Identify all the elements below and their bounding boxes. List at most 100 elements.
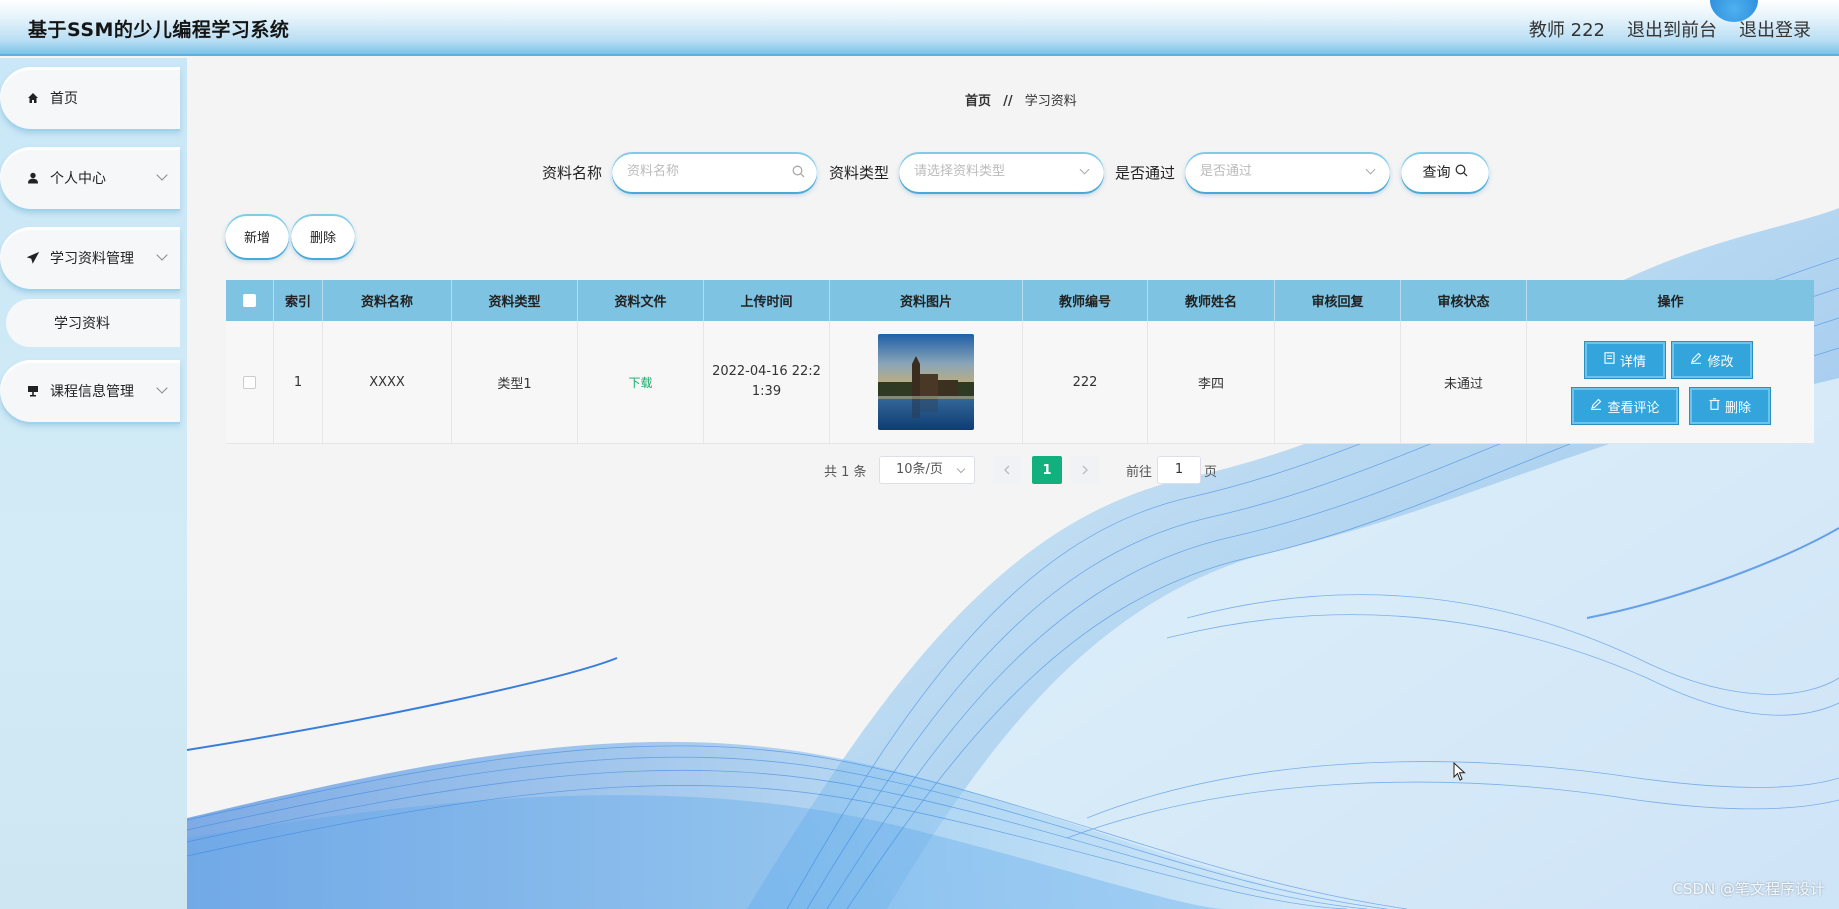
material-type-label: 资料类型: [829, 164, 890, 182]
approval-select[interactable]: 是否通过: [1185, 152, 1390, 192]
watermark: CSDN @笔文程序设计: [1672, 880, 1825, 898]
cell-operations: 详情 修改 查看评论 删除: [1527, 321, 1814, 443]
goto-unit: 页: [1204, 465, 1218, 480]
column-header: 资料名称: [323, 280, 452, 321]
logout-link[interactable]: 退出登录: [1739, 16, 1811, 42]
view-comments-button[interactable]: 查看评论: [1572, 388, 1678, 424]
operation-buttons: 详情 修改 查看评论 删除: [1527, 321, 1814, 443]
cell-teacher-name: 李四: [1148, 321, 1275, 443]
chevron-right-icon: [1082, 465, 1088, 475]
goto-label: 前往: [1126, 465, 1153, 480]
material-name-placeholder: 资料名称: [627, 164, 680, 179]
prev-page-button[interactable]: [993, 456, 1021, 484]
document-icon: [1604, 352, 1615, 368]
search-bar: 资料名称 资料名称 资料类型 请选择资料类型 是否通过 是否通过 查询: [187, 152, 1839, 192]
approval-label: 是否通过: [1115, 164, 1176, 182]
approval-placeholder: 是否通过: [1200, 164, 1253, 179]
row-checkbox[interactable]: [243, 375, 256, 389]
column-header: 审核状态: [1401, 280, 1527, 321]
cell-teacher-no: 222: [1023, 321, 1148, 443]
page-size-select[interactable]: 10条/页: [879, 456, 975, 484]
user-icon: [26, 171, 40, 185]
sidebar-item-label: 课程信息管理: [50, 384, 134, 400]
column-header: 资料图片: [830, 280, 1023, 321]
trash-icon: [1709, 398, 1720, 414]
pagination: 共 1 条 10条/页 1 前往 1 页: [187, 456, 1839, 484]
chevron-down-icon: [156, 169, 168, 181]
breadcrumb-separator: //: [1003, 94, 1013, 109]
page-number-current[interactable]: 1: [1032, 456, 1062, 484]
chevron-left-icon: [1004, 465, 1010, 475]
detail-button-label: 详情: [1619, 354, 1646, 370]
table-row: 1 XXXX 类型1 下载 2022-04-16 22:21:39 222 李四…: [226, 321, 1814, 444]
header-actions: 教师 222 退出到前台 退出登录: [1529, 16, 1811, 42]
sidebar-item-course-management[interactable]: 课程信息管理: [0, 360, 180, 422]
current-user-label: 教师 222: [1528, 20, 1605, 41]
breadcrumb: 首页 // 学习资料: [965, 90, 1077, 109]
download-link[interactable]: 下载: [628, 374, 652, 391]
cell-index: 1: [274, 321, 323, 443]
page-size-value: 10条/页: [896, 462, 943, 477]
cell-material-name: XXXX: [323, 321, 452, 443]
query-button[interactable]: 查询: [1401, 152, 1489, 192]
detail-button[interactable]: 详情: [1585, 342, 1665, 378]
goto-page-input[interactable]: 1: [1157, 456, 1201, 484]
home-icon: [26, 91, 40, 105]
cell-upload-time: 2022-04-16 22:21:39: [704, 321, 830, 443]
material-type-placeholder: 请选择资料类型: [914, 164, 1006, 179]
delete-row-button[interactable]: 删除: [1690, 388, 1770, 424]
select-all-checkbox[interactable]: [243, 294, 256, 307]
chevron-down-icon: [956, 464, 966, 474]
next-page-button[interactable]: [1071, 456, 1099, 484]
column-header: 资料类型: [452, 280, 578, 321]
breadcrumb-current: 学习资料: [1024, 94, 1077, 109]
chevron-down-icon: [1079, 164, 1090, 175]
table-header-row: 索引 资料名称 资料类型 资料文件 上传时间 资料图片 教师编号 教师姓名 审核…: [226, 280, 1814, 321]
column-header: 教师姓名: [1148, 280, 1275, 321]
chevron-down-icon: [1365, 164, 1376, 175]
cell-material-file: 下载: [578, 321, 704, 443]
edit-button[interactable]: 修改: [1672, 342, 1752, 378]
chevron-down-icon: [156, 382, 168, 394]
edit-icon: [1690, 352, 1702, 368]
query-button-label: 查询: [1422, 165, 1451, 181]
main-content: 首页 // 学习资料 资料名称 资料名称 资料类型 请选择资料类型 是否通过 是…: [187, 58, 1839, 909]
materials-table: 索引 资料名称 资料类型 资料文件 上传时间 资料图片 教师编号 教师姓名 审核…: [226, 280, 1814, 444]
add-button[interactable]: 新增: [225, 214, 289, 258]
sidebar: 首页 个人中心 学习资料管理 学习资料 课程信息管理: [0, 58, 187, 909]
exit-to-front-link[interactable]: 退出到前台: [1627, 16, 1717, 42]
column-header: 索引: [274, 280, 323, 321]
sidebar-item-personal-center[interactable]: 个人中心: [0, 147, 180, 209]
breadcrumb-home[interactable]: 首页: [965, 94, 991, 109]
search-icon: [792, 152, 805, 192]
chevron-down-icon: [156, 249, 168, 261]
search-icon: [1455, 164, 1468, 181]
total-count: 共 1 条: [824, 465, 867, 480]
cell-material-type: 类型1: [452, 321, 578, 443]
cell-material-image: [830, 321, 1023, 443]
edit-icon: [1590, 398, 1602, 414]
sidebar-item-home[interactable]: 首页: [0, 67, 180, 129]
material-name-input[interactable]: 资料名称: [612, 152, 817, 192]
sidebar-item-label: 首页: [50, 91, 78, 107]
edit-button-label: 修改: [1707, 354, 1734, 370]
sidebar-item-label: 个人中心: [50, 171, 106, 187]
select-all-cell: [226, 280, 274, 321]
cell-review-reply: [1275, 321, 1401, 443]
board-icon: [26, 384, 40, 398]
material-type-select[interactable]: 请选择资料类型: [899, 152, 1104, 192]
row-select-cell: [226, 321, 274, 443]
app-title: 基于SSM的少儿编程学习系统: [28, 19, 290, 41]
column-header: 审核回复: [1275, 280, 1401, 321]
sidebar-item-material-management[interactable]: 学习资料管理: [0, 227, 180, 289]
column-header: 教师编号: [1023, 280, 1148, 321]
column-header: 上传时间: [704, 280, 830, 321]
paper-plane-icon: [26, 251, 40, 265]
delete-row-button-label: 删除: [1724, 400, 1751, 416]
sidebar-item-label: 学习资料管理: [50, 251, 134, 267]
column-header: 操作: [1657, 295, 1684, 310]
batch-delete-button[interactable]: 删除: [291, 214, 355, 258]
cell-review-status: 未通过: [1401, 321, 1527, 443]
material-thumbnail[interactable]: [878, 334, 974, 430]
sidebar-subitem-learning-material[interactable]: 学习资料: [6, 299, 180, 347]
